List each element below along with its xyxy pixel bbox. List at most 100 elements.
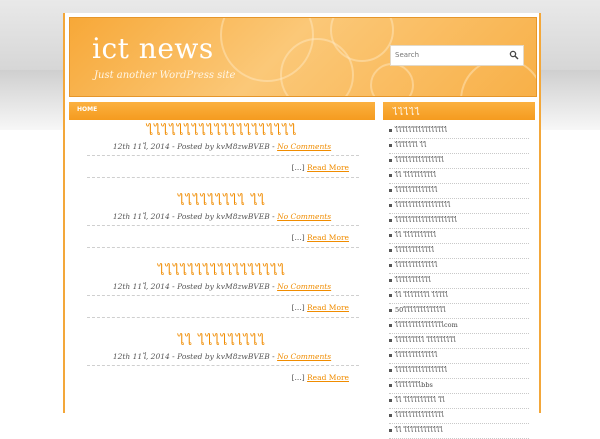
- sidebar-item[interactable]: ไไ ไไไไไไไไไไ ไไ: [389, 394, 529, 409]
- bullet-icon: [389, 429, 392, 432]
- read-more-link[interactable]: Read More: [307, 373, 349, 382]
- search-icon[interactable]: [509, 50, 519, 60]
- sidebar-item-label[interactable]: ไไไไไไไ ไไ: [395, 141, 427, 149]
- sidebar: ไไไไไ ไไไไไไไไไไไไไไไไ ไไไไไไไ ไไ ไไไไไไ…: [383, 102, 535, 439]
- sidebar-item[interactable]: ไไไไไไไไไไไไ: [389, 244, 529, 259]
- sidebar-item[interactable]: ไไไไไไไไไไไไไไไ: [389, 154, 529, 169]
- sidebar-item[interactable]: ไไ ไไไไไไไไ ไไไไไ: [389, 289, 529, 304]
- divider: [87, 365, 359, 366]
- excerpt-ellipsis: [...]: [291, 373, 305, 382]
- main-nav: HOME: [69, 102, 375, 120]
- sidebar-item-label[interactable]: 50ไไไไไไไไไไไไไ: [395, 306, 446, 314]
- sidebar-item-label[interactable]: ไไ ไไไไไไไไไไ: [395, 171, 436, 179]
- divider: [87, 317, 359, 318]
- sidebar-item[interactable]: ไไไไไไไไไไไไไไไcom: [389, 319, 529, 334]
- sidebar-item-label[interactable]: ไไ ไไไไไไไไ ไไไไไ: [395, 291, 448, 299]
- sidebar-item[interactable]: ไไไไไไไไไไไไไไไไไ: [389, 199, 529, 214]
- sidebar-item[interactable]: 50ไไไไไไไไไไไไไ: [389, 304, 529, 319]
- post-meta-text: 12th 11ไ, 2014 - Posted by kvM8zwBVEB -: [112, 352, 275, 361]
- comments-link[interactable]: No Comments: [277, 282, 331, 291]
- excerpt-ellipsis: [...]: [291, 303, 305, 312]
- read-more-link[interactable]: Read More: [307, 233, 349, 242]
- bullet-icon: [389, 249, 392, 252]
- sidebar-item-label[interactable]: ไไไไไไไไไไไไไไไ: [395, 156, 444, 164]
- sidebar-item[interactable]: ไไไไไไไ ไไ: [389, 139, 529, 154]
- read-more-link[interactable]: Read More: [307, 303, 349, 312]
- bullet-icon: [389, 279, 392, 282]
- post-excerpt: [...] Read More: [292, 163, 349, 172]
- bullet-icon: [389, 309, 392, 312]
- sidebar-item-label[interactable]: ไไไไไไไไไ ไไไไไไไไไ: [395, 336, 456, 344]
- sidebar-item[interactable]: ไไไไไไไไไไไไไไไไ: [389, 364, 529, 379]
- sidebar-item[interactable]: ไไ ไไไไไไไไไไ: [389, 169, 529, 184]
- sidebar-item[interactable]: ไไไไไไไไไไไไไ: [389, 259, 529, 274]
- post-meta-text: 12th 11ไ, 2014 - Posted by kvM8zwBVEB -: [112, 212, 275, 221]
- post-meta: 12th 11ไ, 2014 - Posted by kvM8zwBVEB - …: [69, 351, 375, 363]
- bullet-icon: [389, 129, 392, 132]
- sidebar-item[interactable]: ไไไไไไไไไ ไไไไไไไไไ: [389, 334, 529, 349]
- post-title[interactable]: ไไไไไไไไไไไไไไไไไไไไ: [69, 120, 375, 141]
- sidebar-item[interactable]: ไไ ไไไไไไไไไไ: [389, 229, 529, 244]
- sidebar-item-label[interactable]: ไไไไไไไไไไไไไไไcom: [395, 321, 458, 329]
- bullet-icon: [389, 294, 392, 297]
- sidebar-item-label[interactable]: ไไไไไไไไไไไไไไไไ: [395, 126, 447, 134]
- post-excerpt: [...] Read More: [292, 303, 349, 312]
- post-meta: 12th 11ไ, 2014 - Posted by kvM8zwBVEB - …: [69, 211, 375, 223]
- bullet-icon: [389, 414, 392, 417]
- comments-link[interactable]: No Comments: [277, 212, 331, 221]
- site-title[interactable]: ict news: [92, 32, 214, 65]
- sidebar-item-label[interactable]: ไไไไไไไไbbs: [395, 381, 433, 389]
- sidebar-item[interactable]: ไไไไไไไไไไไไไ: [389, 349, 529, 364]
- post-meta: 12th 11ไ, 2014 - Posted by kvM8zwBVEB - …: [69, 141, 375, 153]
- bullet-icon: [389, 339, 392, 342]
- bullet-icon: [389, 189, 392, 192]
- sidebar-item[interactable]: ไไไไไไไไไไไไไไไ: [389, 409, 529, 424]
- search-input[interactable]: [395, 48, 499, 62]
- sidebar-item[interactable]: ไไไไไไไไไไไไไไไไไไไ: [389, 214, 529, 229]
- sidebar-item-label[interactable]: ไไ ไไไไไไไไไไ ไไ: [395, 396, 445, 404]
- page-wrapper: ict news Just another WordPress site HOM…: [63, 13, 541, 439]
- bullet-icon: [389, 264, 392, 267]
- post-excerpt: [...] Read More: [292, 233, 349, 242]
- comments-link[interactable]: No Comments: [277, 142, 331, 151]
- post-title[interactable]: ไไ ไไไไไไไไไ: [69, 330, 375, 351]
- sidebar-item-label[interactable]: ไไไไไไไไไไไไไ: [395, 261, 438, 269]
- sidebar-item-label[interactable]: ไไไไไไไไไไไไไไไไไ: [395, 201, 451, 209]
- excerpt-ellipsis: [...]: [291, 233, 305, 242]
- comments-link[interactable]: No Comments: [277, 352, 331, 361]
- sidebar-item[interactable]: ไไไไไไไไbbs: [389, 379, 529, 394]
- sidebar-item-label[interactable]: ไไ ไไไไไไไไไไ: [395, 231, 436, 239]
- sidebar-item-label[interactable]: ไไไไไไไไไไไไไไไไ: [395, 366, 447, 374]
- bullet-icon: [389, 144, 392, 147]
- divider: [87, 177, 359, 178]
- site-header: ict news Just another WordPress site: [69, 17, 537, 97]
- bullet-icon: [389, 384, 392, 387]
- sidebar-item-label[interactable]: ไไไไไไไไไไไไไ: [395, 351, 438, 359]
- read-more-link[interactable]: Read More: [307, 163, 349, 172]
- sidebar-item-label[interactable]: ไไไไไไไไไไไไ: [395, 246, 434, 254]
- sidebar-item-label[interactable]: ไไไไไไไไไไไ: [395, 276, 431, 284]
- nav-item-home[interactable]: HOME: [77, 106, 97, 113]
- sidebar-item[interactable]: ไไไไไไไไไไไไไไไไ: [389, 124, 529, 139]
- bullet-icon: [389, 174, 392, 177]
- sidebar-item-label[interactable]: ไไไไไไไไไไไไไไไไไไไ: [395, 216, 457, 224]
- post-title[interactable]: ไไไไไไไไไ ไไ: [69, 190, 375, 211]
- bullet-icon: [389, 204, 392, 207]
- sidebar-heading: ไไไไไ: [383, 102, 535, 120]
- bullet-icon: [389, 324, 392, 327]
- excerpt-ellipsis: [...]: [291, 163, 305, 172]
- bullet-icon: [389, 354, 392, 357]
- divider: [87, 225, 359, 226]
- sidebar-item[interactable]: ไไไไไไไไไไไไไ: [389, 184, 529, 199]
- header-decoration: [370, 63, 414, 96]
- sidebar-item-label[interactable]: ไไไไไไไไไไไไไ: [395, 186, 438, 194]
- sidebar-item-label[interactable]: ไไไไไไไไไไไไไไไ: [395, 411, 444, 419]
- sidebar-item-label[interactable]: ไไ ไไไไไไไไไไไไ: [395, 426, 443, 434]
- site-tagline: Just another WordPress site: [94, 70, 236, 81]
- sidebar-item[interactable]: ไไ ไไไไไไไไไไไไ: [389, 424, 529, 439]
- post-title[interactable]: ไไไไไไไไไไไไไไไไไ: [69, 260, 375, 281]
- divider: [87, 295, 359, 296]
- divider: [87, 247, 359, 248]
- bullet-icon: [389, 219, 392, 222]
- sidebar-item[interactable]: ไไไไไไไไไไไ: [389, 274, 529, 289]
